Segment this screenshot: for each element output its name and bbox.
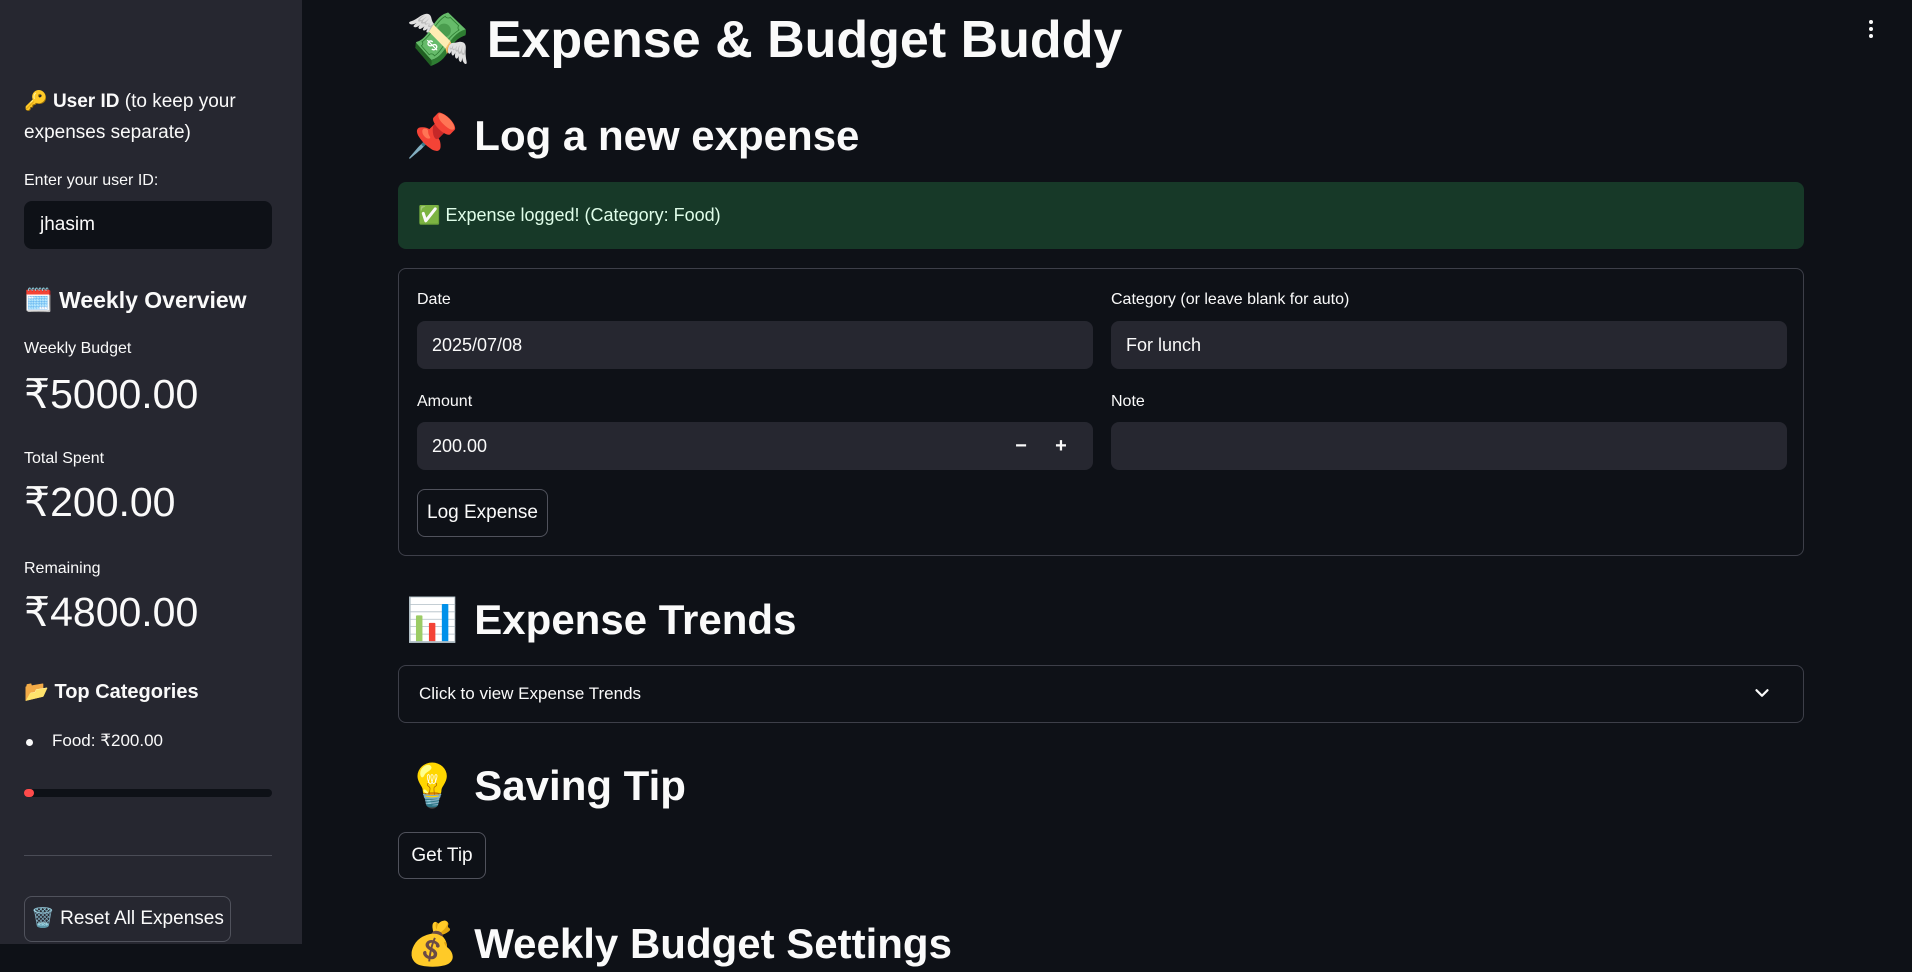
calendar-icon: 🗓️ [24,287,53,313]
metric-label: Remaining [24,560,101,577]
log-expense-heading: 📌 Log a new expense [406,108,859,164]
get-tip-button[interactable]: Get Tip [398,832,486,879]
light-bulb-icon: 💡 [406,762,459,809]
date-input[interactable]: 2025/07/08 [417,321,1093,369]
userid-heading: 🔑 User ID (to keep your expenses separat… [24,91,236,143]
decrement-button[interactable]: − [1003,422,1039,470]
log-expense-button[interactable]: Log Expense [417,489,548,537]
weekly-overview-heading: 🗓️ Weekly Overview [24,287,247,313]
date-label: Date [417,291,451,308]
bullet-icon [26,739,33,746]
sidebar: 🔑 User ID (to keep your expenses separat… [0,0,302,944]
top-categories-heading: 📂 Top Categories [24,681,199,703]
money-with-wings-icon: 💸 [406,11,471,69]
userid-input[interactable]: jhasim [24,201,272,249]
userid-label: Enter your user ID: [24,172,159,189]
expense-form: Date 2025/07/08 Category (or leave blank… [398,268,1804,556]
metric-value: ₹200.00 [24,479,176,525]
amount-input[interactable]: 200.00 − + [417,422,1093,470]
amount-value: 200.00 [432,436,488,456]
list-item: Food: ₹200.00 [52,731,164,750]
reset-expenses-button[interactable]: 🗑️ Reset All Expenses [24,896,231,942]
money-bag-icon: 💰 [406,920,459,967]
note-input[interactable] [1111,422,1787,470]
amount-label: Amount [417,393,473,410]
expense-trends-heading: 📊 Expense Trends [406,592,796,648]
metric-label: Total Spent [24,450,105,467]
note-label: Note [1111,393,1145,410]
metric-value: ₹4800.00 [24,589,199,635]
success-alert: ✅ Expense logged! (Category: Food) [398,182,1804,249]
increment-button[interactable]: + [1043,422,1079,470]
chevron-down-icon [1755,689,1769,697]
progress-bar [24,789,272,797]
page-title: 💸 Expense & Budget Buddy [406,6,1122,74]
pushpin-icon: 📌 [406,112,459,159]
bar-chart-icon: 📊 [406,596,459,643]
category-input[interactable]: For lunch [1111,321,1787,369]
budget-settings-heading: 💰 Weekly Budget Settings [406,916,952,972]
folder-icon: 📂 [24,681,49,703]
expander-label: Click to view Expense Trends [419,684,642,703]
check-mark-icon: ✅ [418,205,441,225]
main-menu-icon[interactable] [1866,20,1876,44]
category-label: Category (or leave blank for auto) [1111,291,1350,308]
key-icon: 🔑 [24,91,48,112]
saving-tip-heading: 💡 Saving Tip [406,758,686,814]
metric-value: ₹5000.00 [24,371,199,417]
progress-fill [24,789,34,797]
divider [24,855,272,856]
metric-label: Weekly Budget [24,340,132,357]
expense-trends-expander[interactable]: Click to view Expense Trends [398,665,1804,723]
wastebasket-icon: 🗑️ [31,908,55,929]
